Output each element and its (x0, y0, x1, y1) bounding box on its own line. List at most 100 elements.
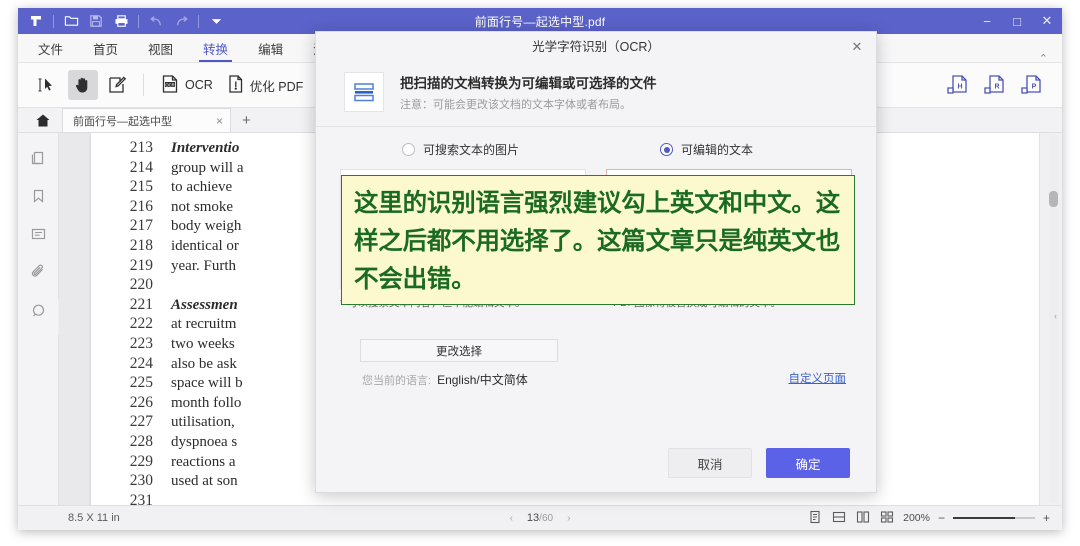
zoom-in-button[interactable]: + (1043, 511, 1050, 525)
page-indicator[interactable]: 13/60 (527, 512, 553, 524)
line-number: 231 (129, 491, 153, 505)
divider (198, 14, 199, 28)
dialog-close-icon[interactable]: ✕ (848, 38, 866, 56)
document-line: 231 (109, 492, 1040, 505)
line-number: 220 (129, 276, 153, 294)
bookmark-icon[interactable] (27, 185, 49, 207)
to-html-tool[interactable]: H (940, 70, 974, 100)
add-tab-button[interactable]: + (239, 112, 254, 129)
edit-tool[interactable] (102, 70, 132, 100)
select-text-tool[interactable] (32, 70, 64, 100)
editable-text-option[interactable]: 可编辑的文本 (660, 141, 753, 158)
document-tab[interactable]: 前面行号—起选中型 × (62, 108, 231, 132)
ocr-option-group: 可搜索文本的图片 可编辑的文本 (316, 127, 876, 158)
collapse-ribbon-icon[interactable]: ⌃ (1039, 52, 1048, 65)
close-button[interactable]: ✕ (1032, 8, 1062, 34)
open-file-icon[interactable] (59, 10, 83, 32)
maximize-button[interactable]: □ (1002, 8, 1032, 34)
attachment-icon[interactable] (27, 261, 49, 283)
svg-text:R: R (994, 84, 999, 91)
dialog-footer: 取消 确定 (316, 434, 876, 492)
zoom-slider-filled (952, 517, 1015, 519)
menu-item-home[interactable]: 首页 (91, 35, 120, 61)
menu-item-file[interactable]: 文件 (36, 35, 65, 61)
current-language-row: 您当前的语言: English/中文简体 (362, 371, 852, 388)
optimize-pdf-tool[interactable]: 优化 PDF (222, 70, 308, 100)
print-icon[interactable] (109, 10, 133, 32)
searchable-image-label: 可搜索文本的图片 (423, 143, 520, 157)
line-number: 213 (129, 139, 153, 156)
line-number: 227 (129, 413, 153, 431)
searchable-image-option[interactable]: 可搜索文本的图片 (402, 141, 648, 158)
line-text: used at son (171, 473, 238, 490)
zoom-percent-label[interactable]: 200% (903, 512, 930, 524)
status-bar: 8.5 X 11 in ‹ 13/60 › 200% − + (18, 505, 1062, 530)
app-logo-icon[interactable] (24, 10, 48, 32)
menu-item-convert[interactable]: 转换 (199, 35, 233, 62)
line-number: 230 (129, 472, 153, 490)
line-text: utilisation, (171, 414, 235, 431)
line-text: Interventio (171, 140, 240, 156)
zoom-control: 200% − + (903, 511, 1050, 525)
line-text: space will b (171, 375, 243, 392)
zoom-out-button[interactable]: − (938, 511, 945, 525)
customize-dropdown-icon[interactable] (204, 10, 228, 32)
zoom-slider[interactable] (952, 512, 1035, 524)
two-page-view-icon[interactable] (856, 510, 870, 527)
comment-list-icon[interactable] (27, 223, 49, 245)
line-number: 217 (129, 217, 153, 235)
single-page-view-icon[interactable] (808, 510, 822, 527)
cancel-button[interactable]: 取消 (668, 448, 752, 478)
divider (138, 14, 139, 28)
radio-unchecked-icon[interactable] (402, 143, 415, 156)
menu-item-edit[interactable]: 编辑 (256, 35, 285, 61)
redo-icon[interactable] (169, 10, 193, 32)
line-text: dyspnoea s (171, 433, 238, 450)
stamp-icon[interactable] (27, 299, 49, 321)
optimize-page-icon (227, 74, 245, 97)
annotation-line: 这里的识别语言强烈建议勾上英文和中文。这 (354, 188, 840, 217)
vertical-scrollbar[interactable]: ‹ (1039, 133, 1062, 505)
line-text: two weeks (171, 335, 235, 352)
hand-tool[interactable] (68, 70, 98, 100)
line-number: 226 (129, 393, 153, 411)
line-text: Assessmen (171, 296, 238, 313)
scrollbar-thumb[interactable] (1049, 191, 1058, 207)
scan-document-icon (344, 72, 384, 112)
panel-collapse-arrow-icon[interactable]: ‹ (1054, 311, 1057, 321)
ocr-tool[interactable]: OCR OCR (155, 70, 218, 100)
next-page-button[interactable]: › (567, 513, 570, 524)
line-number: 229 (129, 452, 153, 470)
line-number: 225 (129, 374, 153, 392)
custom-pages-link[interactable]: 自定义页面 (789, 370, 847, 386)
confirm-button[interactable]: 确定 (766, 448, 850, 478)
page-thumbnails-icon[interactable] (27, 147, 49, 169)
thumbnail-grid-view-icon[interactable] (880, 510, 894, 527)
line-number: 221 (129, 295, 153, 313)
minimize-button[interactable]: − (972, 8, 1002, 34)
radio-checked-icon[interactable] (660, 143, 673, 156)
continuous-view-icon[interactable] (832, 510, 846, 527)
page-size-label: 8.5 X 11 in (68, 512, 120, 524)
dialog-header-title: 把扫描的文档转换为可编辑或可选择的文件 (400, 76, 657, 91)
to-ppt-tool[interactable]: P (1014, 70, 1048, 100)
menu-item-view[interactable]: 视图 (146, 35, 175, 61)
divider (143, 74, 144, 96)
undo-icon[interactable] (144, 10, 168, 32)
svg-text:P: P (1032, 84, 1037, 91)
close-icon[interactable]: × (216, 114, 223, 128)
change-selection-button[interactable]: 更改选择 (360, 339, 558, 362)
to-rtf-tool[interactable]: R (977, 70, 1011, 100)
line-text: to achieve (171, 179, 233, 196)
line-number: 218 (129, 236, 153, 254)
line-text: month follo (171, 394, 242, 411)
line-text: group will a (171, 159, 244, 176)
line-number: 216 (129, 197, 153, 215)
home-icon[interactable] (32, 110, 54, 130)
current-page: 13 (526, 512, 540, 524)
save-icon[interactable] (84, 10, 108, 32)
dialog-header: 把扫描的文档转换为可编辑或可选择的文件 注意：可能会更改该文档的文本字体或者布局… (316, 62, 876, 127)
previous-page-button[interactable]: ‹ (510, 513, 513, 524)
line-text: identical or (171, 237, 239, 254)
svg-text:OCR: OCR (165, 82, 174, 87)
